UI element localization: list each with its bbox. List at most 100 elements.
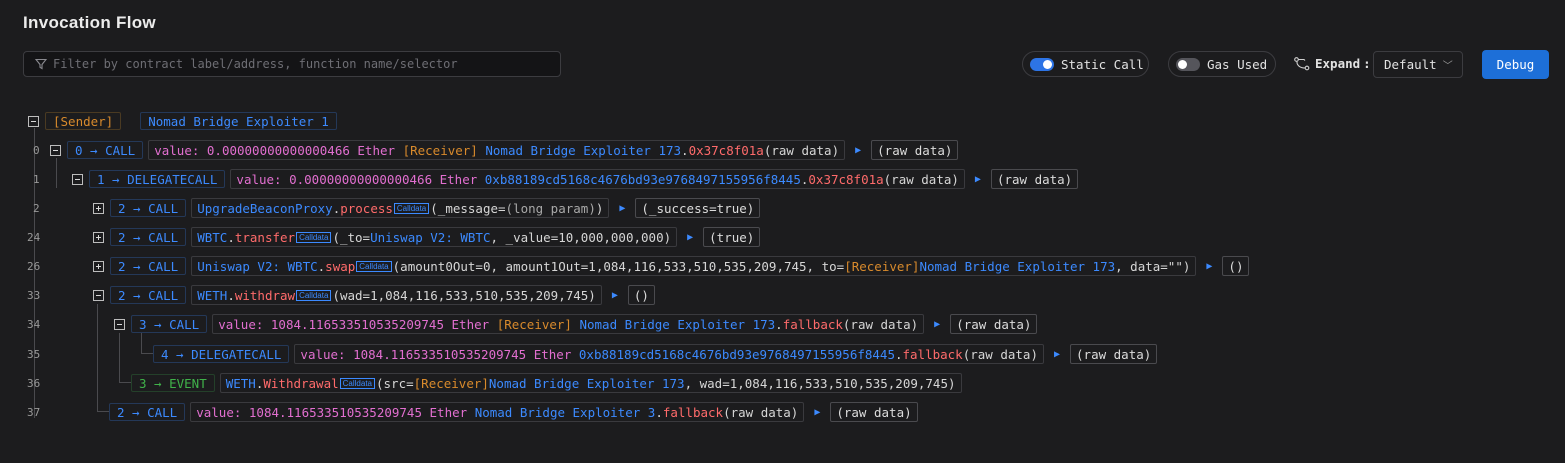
collapse-icon[interactable]: [114, 318, 125, 330]
dot: .: [800, 171, 809, 187]
contract-link[interactable]: Nomad Bridge Exploiter 173: [579, 317, 775, 332]
trace-row: 2 → CALL WBTC. transfer Calldata (_to= Unisw…: [93, 227, 761, 247]
tree-guide-line: [119, 382, 131, 383]
function-name[interactable]: transfer: [235, 230, 295, 245]
collapse-icon[interactable]: [28, 115, 39, 127]
play-icon[interactable]: ▶: [934, 319, 940, 330]
trace-row: 33: [27, 285, 40, 305]
sender-label[interactable]: Nomad Bridge Exploiter 1: [140, 112, 337, 130]
function-name[interactable]: withdraw: [235, 288, 295, 303]
toggle-switch-off[interactable]: [1176, 57, 1200, 71]
play-icon[interactable]: ▶: [1206, 261, 1212, 272]
call-content[interactable]: value: 0.00000000000000466 Ether [Receiv…: [148, 140, 846, 160]
function-name[interactable]: fallback: [903, 347, 963, 362]
calldata-badge[interactable]: Calldata: [296, 289, 332, 301]
function-name[interactable]: fallback: [663, 405, 723, 420]
contract-link[interactable]: Nomad Bridge Exploiter 3: [475, 405, 656, 420]
contract-link[interactable]: Nomad Bridge Exploiter 173: [919, 259, 1115, 274]
contract-link[interactable]: 0xb88189cd5168c4676bd93e9768497155956f84…: [579, 347, 895, 362]
gas-used-label: Gas Used: [1207, 56, 1268, 72]
trace-row: 37: [27, 402, 40, 422]
debug-button[interactable]: Debug: [1482, 50, 1549, 79]
call-content[interactable]: WBTC. transfer Calldata (_to= Uniswap V2: WB…: [191, 227, 678, 247]
play-icon[interactable]: ▶: [814, 407, 820, 418]
function-name[interactable]: swap: [325, 259, 355, 274]
calldata-badge[interactable]: Calldata: [339, 377, 375, 389]
expand-icon[interactable]: [93, 202, 104, 214]
play-icon[interactable]: ▶: [687, 232, 693, 243]
tree-guide-line: [97, 304, 98, 412]
trace-row: 36: [27, 373, 40, 393]
calldata-badge[interactable]: Calldata: [296, 231, 332, 243]
call-content[interactable]: value: 1084.116533510535209745 Ether Nom…: [190, 402, 805, 422]
contract-link[interactable]: 0xb88189cd5168c4676bd93e9768497155956f84…: [485, 172, 801, 187]
event-content[interactable]: WETH. Withdrawal Calldata (src= [Receiver] No…: [219, 373, 962, 393]
expand-separator: :: [1363, 56, 1371, 71]
contract-link[interactable]: WETH: [197, 288, 227, 303]
line-number: 33: [27, 288, 41, 302]
dot: .: [894, 346, 903, 362]
filter-input-wrapper[interactable]: [23, 51, 561, 77]
call-tag: 4 → DELEGATECALL: [153, 345, 290, 363]
call-content[interactable]: WETH. withdraw Calldata (wad=1,084,116,533,…: [191, 285, 602, 305]
line-number: 2: [33, 201, 40, 215]
play-icon[interactable]: ▶: [975, 174, 981, 185]
contract-link[interactable]: Nomad Bridge Exploiter 173: [485, 143, 681, 158]
chevron-down-icon: ﹀: [1442, 61, 1453, 72]
collapse-icon[interactable]: [72, 173, 83, 185]
receiver-tag: [Receiver]: [402, 142, 478, 158]
expand-select[interactable]: Default ﹀: [1373, 51, 1463, 78]
function-name[interactable]: process: [340, 201, 393, 216]
expand-icon[interactable]: [93, 231, 104, 243]
contract-link[interactable]: Nomad Bridge Exploiter 173: [489, 376, 685, 391]
call-value: value: 0.00000000000000466 Ether: [154, 142, 396, 158]
contract-link[interactable]: UpgradeBeaconProxy: [197, 201, 332, 216]
collapse-icon[interactable]: [93, 289, 104, 301]
filter-input[interactable]: [53, 57, 533, 71]
toggle-switch-on[interactable]: [1030, 57, 1054, 71]
call-args: (raw data): [883, 171, 959, 187]
contract-link[interactable]: Uniswap V2: WBTC: [197, 259, 317, 274]
line-number: 35: [27, 347, 41, 361]
play-icon[interactable]: ▶: [855, 145, 861, 156]
event-name[interactable]: Withdrawal: [263, 376, 338, 391]
play-icon[interactable]: ▶: [612, 290, 618, 301]
trace-row: 1: [33, 169, 40, 189]
tree-guide-line: [119, 333, 120, 383]
dot: .: [227, 287, 235, 303]
call-content[interactable]: value: 1084.116533510535209745 Ether 0xb…: [294, 344, 1044, 364]
call-args: (raw data): [962, 346, 1038, 362]
call-result: (): [1222, 256, 1250, 276]
calldata-badge[interactable]: Calldata: [356, 260, 392, 272]
call-content[interactable]: value: 1084.116533510535209745 Ether [Re…: [212, 314, 925, 334]
contract-link[interactable]: WBTC: [197, 230, 227, 245]
dot: .: [227, 229, 235, 245]
expand-tree-icon: [1294, 56, 1310, 70]
call-content[interactable]: value: 0.00000000000000466 Ether 0xb8818…: [230, 169, 965, 189]
function-name[interactable]: 0x37c8f01a: [808, 172, 883, 187]
expand-icon[interactable]: [93, 260, 104, 272]
receiver-tag: [Receiver]: [496, 316, 572, 332]
collapse-icon[interactable]: [50, 144, 61, 156]
trace-row: 24: [27, 227, 40, 247]
gas-used-toggle[interactable]: Gas Used: [1168, 51, 1276, 77]
static-call-toggle[interactable]: Static Call: [1022, 51, 1149, 77]
call-result: (_success=true): [635, 198, 761, 218]
contract-link[interactable]: Uniswap V2: WBTC: [370, 230, 490, 245]
function-name[interactable]: 0x37c8f01a: [689, 143, 764, 158]
call-content[interactable]: UpgradeBeaconProxy. process Calldata (_mess…: [191, 198, 610, 218]
contract-link[interactable]: WETH: [226, 376, 256, 391]
call-args: , _value=10,000,000,000): [490, 229, 672, 245]
play-icon[interactable]: ▶: [619, 203, 625, 214]
calldata-badge[interactable]: Calldata: [393, 202, 430, 214]
call-result: (raw data): [871, 140, 959, 160]
function-name[interactable]: fallback: [783, 317, 843, 332]
play-icon[interactable]: ▶: [1054, 349, 1060, 360]
receiver-tag: [Receiver]: [413, 375, 489, 391]
call-value: value: 1084.116533510535209745 Ether: [196, 404, 468, 420]
call-result: (raw data): [1070, 344, 1158, 364]
long-param[interactable]: (long param): [506, 201, 596, 216]
call-args: (raw data): [842, 316, 919, 332]
call-tag: 1 → DELEGATECALL: [89, 170, 226, 188]
call-content[interactable]: Uniswap V2: WBTC. swap Calldata (amount0Out…: [191, 256, 1197, 276]
